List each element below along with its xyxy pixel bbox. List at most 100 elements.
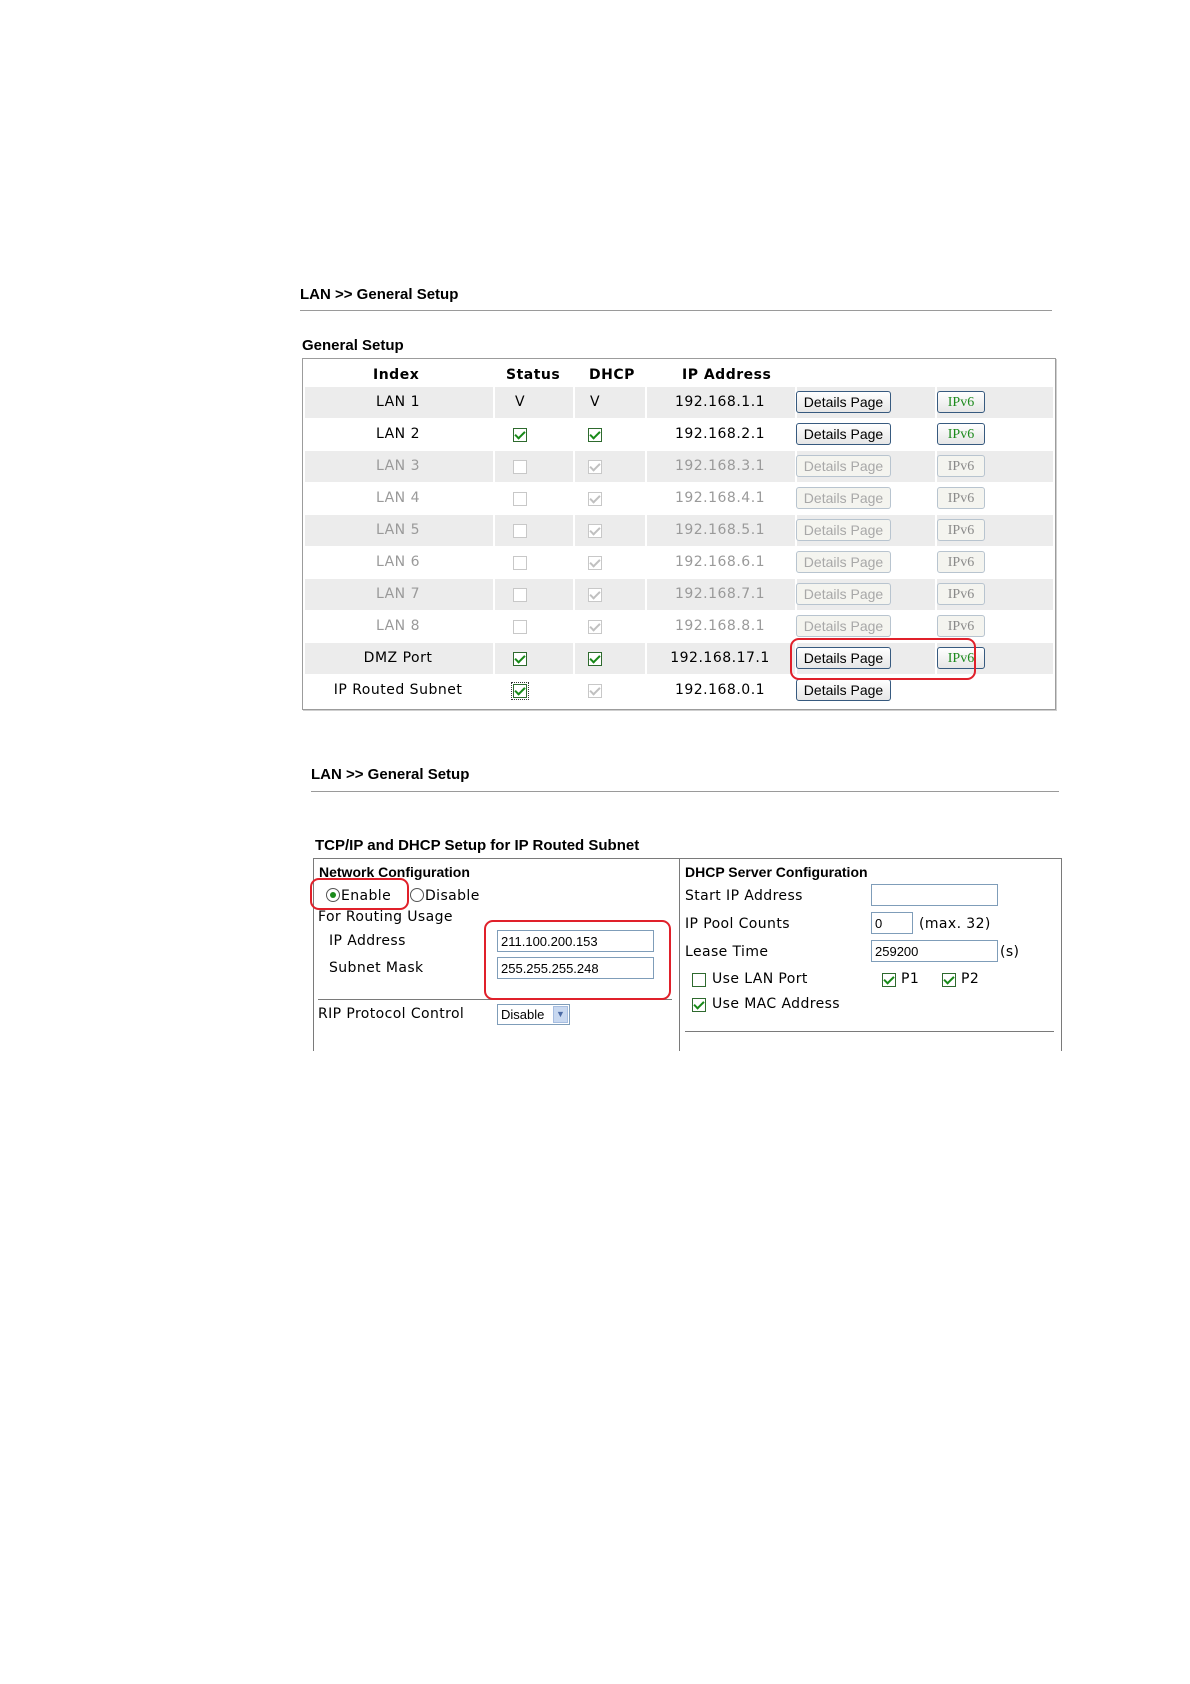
dhcp-checkbox[interactable] <box>588 652 602 666</box>
cell-separator <box>493 547 495 578</box>
p2-label: P2 <box>961 971 980 987</box>
row-ip-address: 192.168.6.1 <box>674 554 766 570</box>
dhcp-checkbox[interactable] <box>588 684 602 698</box>
tcpip-dhcp-panel: Network Configuration Enable Disable For… <box>313 858 1062 1051</box>
dhcp-config-title: DHCP Server Configuration <box>685 864 868 880</box>
ip-address-label: IP Address <box>329 933 406 949</box>
column-header-ip: IP Address <box>682 367 772 383</box>
status-checkbox <box>513 492 527 506</box>
row-ip-address: 192.168.0.1 <box>674 682 766 698</box>
disable-radio[interactable] <box>410 888 424 902</box>
dhcp-checkbox[interactable] <box>588 428 602 442</box>
dhcp-checkbox <box>588 492 602 506</box>
highlight-ip-mask <box>484 920 671 1000</box>
start-ip-input[interactable] <box>871 884 998 906</box>
use-lan-port-checkbox[interactable] <box>692 973 706 987</box>
status-checkbox <box>513 588 527 602</box>
status-checkbox[interactable] <box>513 428 527 442</box>
dhcp-text: V <box>589 394 601 410</box>
cell-separator <box>493 483 495 514</box>
pool-counts-hint: (max. 32) <box>919 916 991 932</box>
use-lan-port-label: Use LAN Port <box>712 971 808 987</box>
table-row: LAN 1 V V 192.168.1.1 Details Page IPv6 <box>305 387 1053 418</box>
row-ip-address: 192.168.4.1 <box>674 490 766 506</box>
row-index: LAN 6 <box>375 554 421 570</box>
p1-label: P1 <box>901 971 920 987</box>
details-page-button: Details Page <box>796 615 891 637</box>
divider <box>300 310 1052 311</box>
ipv6-button: IPv6 <box>937 615 985 637</box>
details-page-button[interactable]: Details Page <box>796 391 891 413</box>
row-index: LAN 4 <box>375 490 421 506</box>
cell-separator <box>493 579 495 610</box>
ipv6-button: IPv6 <box>937 551 985 573</box>
cell-separator <box>493 643 495 674</box>
routing-usage-label: For Routing Usage <box>318 909 453 925</box>
details-page-button: Details Page <box>796 455 891 477</box>
row-index: DMZ Port <box>363 650 433 666</box>
cell-separator <box>573 515 575 546</box>
rip-select-value: Disable <box>501 1007 545 1022</box>
row-ip-address: 192.168.8.1 <box>674 618 766 634</box>
column-header-index: Index <box>373 367 420 383</box>
cell-separator <box>573 675 575 706</box>
status-checkbox <box>513 556 527 570</box>
status-checkbox[interactable] <box>513 652 527 666</box>
row-index: LAN 2 <box>375 426 421 442</box>
row-ip-address: 192.168.2.1 <box>674 426 766 442</box>
row-ip-address: 192.168.17.1 <box>670 650 770 666</box>
p1-checkbox[interactable] <box>882 973 896 987</box>
breadcrumb: LAN >> General Setup <box>300 286 459 303</box>
table-row: LAN 5 192.168.5.1 Details Page IPv6 <box>305 515 1053 546</box>
ipv6-button: IPv6 <box>937 583 985 605</box>
subnet-mask-label: Subnet Mask <box>329 960 424 976</box>
column-header-dhcp: DHCP <box>589 367 635 383</box>
pool-counts-input[interactable]: 0 <box>871 912 913 934</box>
row-ip-address: 192.168.1.1 <box>674 394 766 410</box>
rip-label: RIP Protocol Control <box>318 1006 465 1022</box>
status-checkbox[interactable] <box>511 682 529 700</box>
cell-separator <box>573 579 575 610</box>
cell-separator <box>573 451 575 482</box>
cell-separator <box>493 611 495 642</box>
chevron-down-icon[interactable]: ▼ <box>553 1006 568 1023</box>
rip-select[interactable]: Disable ▼ <box>497 1004 570 1025</box>
p2-checkbox[interactable] <box>942 973 956 987</box>
row-index: LAN 5 <box>375 522 421 538</box>
dhcp-divider <box>685 1031 1054 1032</box>
use-mac-checkbox[interactable] <box>692 998 706 1012</box>
highlight-dmz-details <box>790 638 976 680</box>
details-page-button[interactable]: Details Page <box>796 679 891 701</box>
panel-divider <box>679 859 680 1051</box>
ipv6-button[interactable]: IPv6 <box>937 391 985 413</box>
ipv6-button: IPv6 <box>937 519 985 541</box>
cell-separator <box>573 643 575 674</box>
cell-separator <box>573 419 575 450</box>
row-index: LAN 3 <box>375 458 421 474</box>
row-index: LAN 7 <box>375 586 421 602</box>
divider-2 <box>311 791 1059 792</box>
tcpip-section-title: TCP/IP and DHCP Setup for IP Routed Subn… <box>315 837 640 854</box>
column-header-status: Status <box>506 367 561 383</box>
row-ip-address: 192.168.3.1 <box>674 458 766 474</box>
row-ip-address: 192.168.5.1 <box>674 522 766 538</box>
details-page-button: Details Page <box>796 551 891 573</box>
dhcp-checkbox <box>588 620 602 634</box>
lease-time-label: Lease Time <box>685 944 769 960</box>
details-page-button: Details Page <box>796 583 891 605</box>
highlight-enable <box>310 878 409 910</box>
dhcp-checkbox <box>588 556 602 570</box>
lease-time-input[interactable]: 259200 <box>871 940 998 962</box>
details-page-button[interactable]: Details Page <box>796 423 891 445</box>
row-index: IP Routed Subnet <box>333 682 463 698</box>
ipv6-button[interactable]: IPv6 <box>937 423 985 445</box>
table-row: LAN 7 192.168.7.1 Details Page IPv6 <box>305 579 1053 610</box>
status-text: V <box>514 394 526 410</box>
cell-separator <box>573 547 575 578</box>
row-index: LAN 1 <box>375 394 421 410</box>
dhcp-checkbox <box>588 588 602 602</box>
breadcrumb-2: LAN >> General Setup <box>311 766 470 783</box>
row-index: LAN 8 <box>375 618 421 634</box>
pool-counts-label: IP Pool Counts <box>685 916 790 932</box>
table-row: LAN 6 192.168.6.1 Details Page IPv6 <box>305 547 1053 578</box>
